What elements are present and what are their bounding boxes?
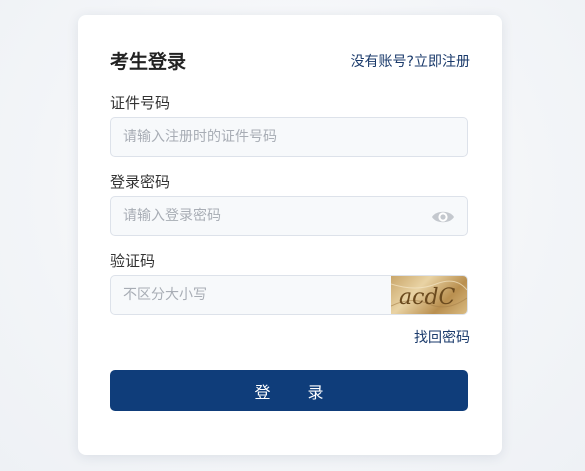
- captcha-text: acdC: [399, 285, 456, 310]
- register-link[interactable]: 没有账号?立即注册: [351, 51, 470, 73]
- password-input[interactable]: [111, 197, 467, 235]
- login-header: 考生登录 没有账号?立即注册: [110, 49, 470, 75]
- captcha-image[interactable]: acdC: [390, 276, 467, 314]
- captcha-input[interactable]: [111, 276, 391, 314]
- login-card: 考生登录 没有账号?立即注册 证件号码 登录密码 验证码 acdC 找回密码 登…: [78, 15, 502, 455]
- captcha-label: 验证码: [110, 252, 156, 270]
- id-number-label: 证件号码: [110, 94, 171, 112]
- id-number-input[interactable]: [111, 118, 467, 156]
- password-label: 登录密码: [110, 173, 171, 191]
- login-button[interactable]: 登 录: [110, 370, 468, 411]
- forgot-password-link[interactable]: 找回密码: [414, 328, 470, 348]
- password-field-box: [110, 196, 468, 236]
- id-number-field-box: [110, 117, 468, 157]
- eye-icon[interactable]: [431, 207, 455, 227]
- captcha-field-box: acdC: [110, 275, 468, 315]
- page-title: 考生登录: [110, 51, 187, 73]
